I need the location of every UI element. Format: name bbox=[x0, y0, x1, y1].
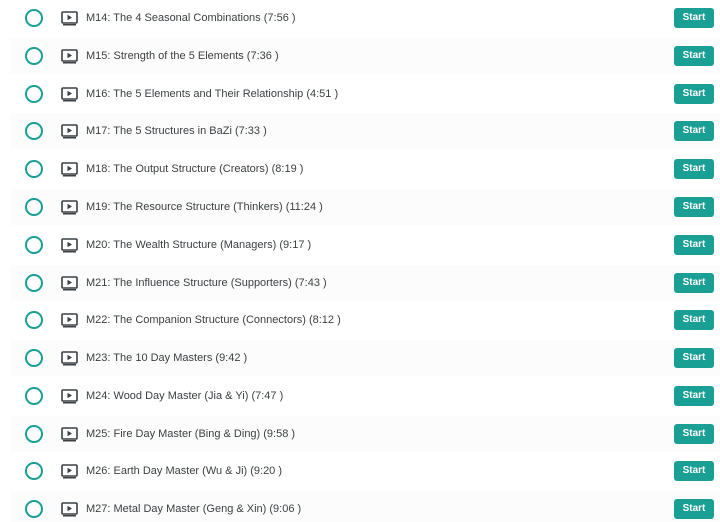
video-icon bbox=[61, 237, 78, 253]
video-icon bbox=[61, 312, 78, 328]
start-button[interactable]: Start bbox=[674, 235, 714, 255]
video-icon bbox=[61, 123, 78, 139]
start-button[interactable]: Start bbox=[674, 197, 714, 217]
start-button[interactable]: Start bbox=[674, 8, 714, 28]
video-icon bbox=[61, 426, 78, 442]
incomplete-circle-icon[interactable] bbox=[25, 311, 43, 329]
incomplete-circle-icon[interactable] bbox=[25, 198, 43, 216]
start-button[interactable]: Start bbox=[674, 273, 714, 293]
incomplete-circle-icon[interactable] bbox=[25, 425, 43, 443]
lesson-title[interactable]: M24: Wood Day Master (Jia & Yi) (7:47 ) bbox=[86, 390, 720, 402]
lesson-title[interactable]: M23: The 10 Day Masters (9:42 ) bbox=[86, 352, 720, 364]
lesson-row[interactable]: M26: Earth Day Master (Wu & Ji) (9:20 ) … bbox=[10, 453, 720, 489]
lesson-title[interactable]: M26: Earth Day Master (Wu & Ji) (9:20 ) bbox=[86, 465, 720, 477]
lesson-row[interactable]: M25: Fire Day Master (Bing & Ding) (9:58… bbox=[10, 416, 720, 452]
incomplete-circle-icon[interactable] bbox=[25, 462, 43, 480]
start-button[interactable]: Start bbox=[674, 499, 714, 519]
video-icon bbox=[61, 199, 78, 215]
start-button[interactable]: Start bbox=[674, 386, 714, 406]
lesson-title[interactable]: M20: The Wealth Structure (Managers) (9:… bbox=[86, 239, 720, 251]
lesson-row[interactable]: M22: The Companion Structure (Connectors… bbox=[10, 302, 720, 338]
video-icon bbox=[61, 463, 78, 479]
lesson-row[interactable]: M23: The 10 Day Masters (9:42 ) Start bbox=[10, 340, 720, 376]
incomplete-circle-icon[interactable] bbox=[25, 387, 43, 405]
incomplete-circle-icon[interactable] bbox=[25, 274, 43, 292]
incomplete-circle-icon[interactable] bbox=[25, 160, 43, 178]
lesson-row[interactable]: M16: The 5 Elements and Their Relationsh… bbox=[10, 76, 720, 112]
start-button[interactable]: Start bbox=[674, 121, 714, 141]
lesson-row[interactable]: M18: The Output Structure (Creators) (8:… bbox=[10, 151, 720, 187]
start-button[interactable]: Start bbox=[674, 84, 714, 104]
lesson-list: M14: The 4 Seasonal Combinations (7:56 )… bbox=[0, 0, 720, 522]
lesson-row[interactable]: M17: The 5 Structures in BaZi (7:33 ) St… bbox=[10, 113, 720, 149]
incomplete-circle-icon[interactable] bbox=[25, 349, 43, 367]
lesson-title[interactable]: M15: Strength of the 5 Elements (7:36 ) bbox=[86, 50, 720, 62]
lesson-title[interactable]: M25: Fire Day Master (Bing & Ding) (9:58… bbox=[86, 428, 720, 440]
video-icon bbox=[61, 388, 78, 404]
lesson-title[interactable]: M18: The Output Structure (Creators) (8:… bbox=[86, 163, 720, 175]
video-icon bbox=[61, 48, 78, 64]
lesson-row[interactable]: M15: Strength of the 5 Elements (7:36 ) … bbox=[10, 38, 720, 74]
video-icon bbox=[61, 86, 78, 102]
lesson-row[interactable]: M14: The 4 Seasonal Combinations (7:56 )… bbox=[10, 0, 720, 36]
lesson-title[interactable]: M14: The 4 Seasonal Combinations (7:56 ) bbox=[86, 12, 720, 24]
incomplete-circle-icon[interactable] bbox=[25, 85, 43, 103]
lesson-title[interactable]: M22: The Companion Structure (Connectors… bbox=[86, 314, 720, 326]
lesson-row[interactable]: M20: The Wealth Structure (Managers) (9:… bbox=[10, 227, 720, 263]
video-icon bbox=[61, 10, 78, 26]
lesson-row[interactable]: M21: The Influence Structure (Supporters… bbox=[10, 265, 720, 301]
video-icon bbox=[61, 501, 78, 517]
lesson-title[interactable]: M19: The Resource Structure (Thinkers) (… bbox=[86, 201, 720, 213]
incomplete-circle-icon[interactable] bbox=[25, 47, 43, 65]
start-button[interactable]: Start bbox=[674, 348, 714, 368]
video-icon bbox=[61, 161, 78, 177]
start-button[interactable]: Start bbox=[674, 46, 714, 66]
incomplete-circle-icon[interactable] bbox=[25, 9, 43, 27]
incomplete-circle-icon[interactable] bbox=[25, 122, 43, 140]
start-button[interactable]: Start bbox=[674, 461, 714, 481]
lesson-title[interactable]: M21: The Influence Structure (Supporters… bbox=[86, 277, 720, 289]
lesson-row[interactable]: M27: Metal Day Master (Geng & Xin) (9:06… bbox=[10, 491, 720, 522]
incomplete-circle-icon[interactable] bbox=[25, 236, 43, 254]
video-icon bbox=[61, 350, 78, 366]
lesson-title[interactable]: M17: The 5 Structures in BaZi (7:33 ) bbox=[86, 125, 720, 137]
lesson-title[interactable]: M16: The 5 Elements and Their Relationsh… bbox=[86, 88, 720, 100]
lesson-title[interactable]: M27: Metal Day Master (Geng & Xin) (9:06… bbox=[86, 503, 720, 515]
video-icon bbox=[61, 275, 78, 291]
lesson-row[interactable]: M24: Wood Day Master (Jia & Yi) (7:47 ) … bbox=[10, 378, 720, 414]
start-button[interactable]: Start bbox=[674, 159, 714, 179]
start-button[interactable]: Start bbox=[674, 310, 714, 330]
incomplete-circle-icon[interactable] bbox=[25, 500, 43, 518]
start-button[interactable]: Start bbox=[674, 424, 714, 444]
lesson-row[interactable]: M19: The Resource Structure (Thinkers) (… bbox=[10, 189, 720, 225]
